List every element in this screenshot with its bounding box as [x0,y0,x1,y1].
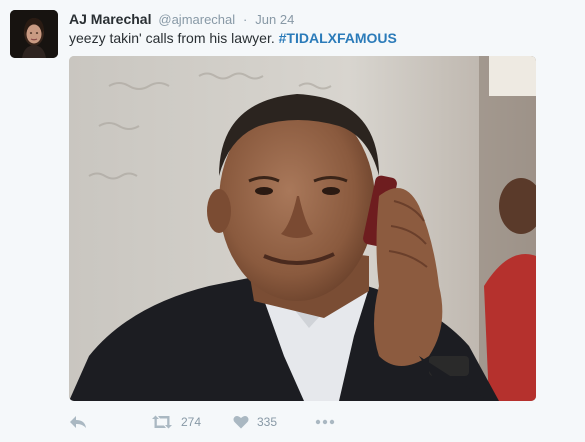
user-handle[interactable]: @ajmarechal [158,12,235,27]
tweet-card: AJ Marechal @ajmarechal · Jun 24 yeezy t… [0,0,585,442]
hashtag-link[interactable]: #TIDALXFAMOUS [279,30,397,46]
avatar[interactable] [10,10,58,58]
reply-icon [70,416,86,428]
tweet-date[interactable]: Jun 24 [255,12,294,27]
retweet-button[interactable]: 274 [151,415,233,429]
tweet-actions: 274 335 [69,412,335,432]
more-dots-icon [315,419,335,425]
like-count: 335 [257,415,278,429]
retweet-count: 274 [181,415,202,429]
tweet-header: AJ Marechal @ajmarechal · Jun 24 [69,10,294,29]
retweet-icon [152,415,172,429]
reply-button[interactable] [69,415,151,429]
heart-icon [233,416,249,429]
more-button[interactable] [315,419,335,425]
tweet-body: yeezy takin' calls from his lawyer. [69,30,275,46]
like-button[interactable]: 335 [233,415,315,429]
tweet-photo[interactable] [69,56,536,401]
tweet-text: yeezy takin' calls from his lawyer. #TID… [69,29,397,47]
separator-dot: · [243,12,248,27]
user-name[interactable]: AJ Marechal [69,11,151,27]
